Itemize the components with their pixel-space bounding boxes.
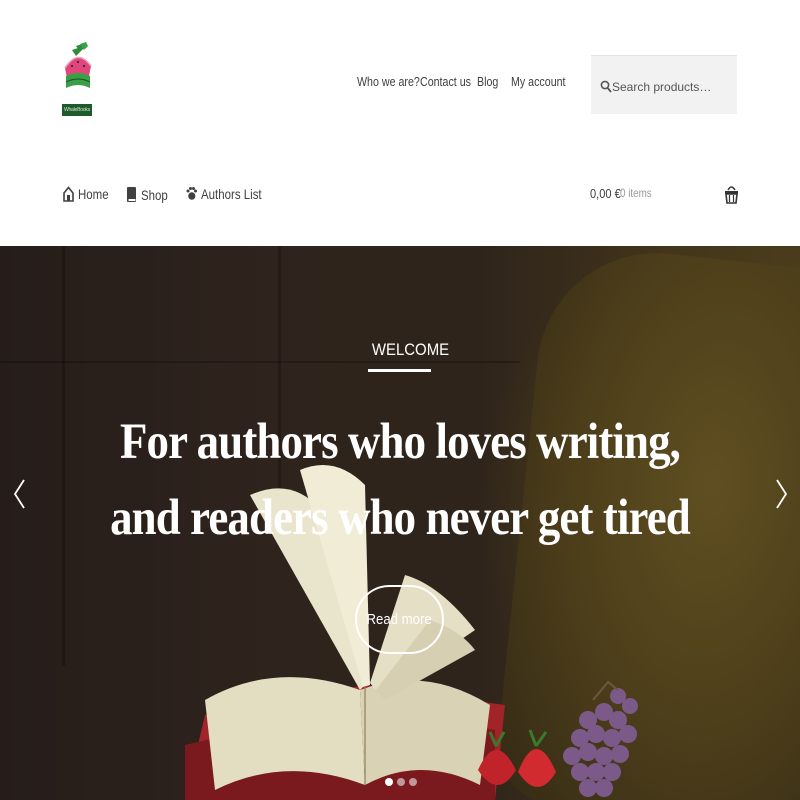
slider-dot-2[interactable] bbox=[397, 778, 405, 786]
cart-amount: 0,00 € bbox=[590, 186, 621, 201]
cart-item-count: 0 items bbox=[620, 186, 652, 200]
nav-item-home[interactable]: Home bbox=[63, 186, 115, 202]
basket-icon[interactable] bbox=[724, 183, 739, 205]
read-more-button[interactable]: Read more bbox=[355, 585, 444, 654]
hero-headline: For authors who loves writing, and reade… bbox=[60, 404, 740, 556]
nav-item-authors-list[interactable]: Authors List bbox=[186, 186, 275, 202]
hero-kicker: WELCOME bbox=[371, 340, 450, 359]
site-header: WhaleBooks Who we are? Contact us Blog M… bbox=[0, 0, 800, 246]
logo-wordmark: WhaleBooks bbox=[62, 104, 92, 116]
nav-item-home-label: Home bbox=[78, 186, 109, 202]
site-logo[interactable]: WhaleBooks bbox=[62, 42, 94, 116]
cart-summary[interactable]: 0,00 € 0 items bbox=[590, 186, 652, 201]
home-icon bbox=[63, 186, 74, 202]
paw-icon bbox=[186, 187, 197, 200]
nav-item-shop-label: Shop bbox=[141, 187, 168, 203]
nav-link-my-account[interactable]: My account bbox=[511, 74, 566, 89]
search-icon bbox=[600, 80, 612, 93]
hero-kicker-underline bbox=[368, 369, 431, 372]
nav-link-who-we-are[interactable]: Who we are? bbox=[357, 74, 420, 89]
watermelon-book-logo-icon bbox=[64, 42, 92, 88]
search-input[interactable] bbox=[612, 73, 732, 101]
product-search bbox=[591, 55, 737, 114]
hero-slider: WELCOME For authors who loves writing, a… bbox=[0, 246, 800, 800]
read-more-button-label: Read more bbox=[366, 611, 433, 628]
nav-link-blog[interactable]: Blog bbox=[477, 74, 498, 89]
slider-pagination bbox=[385, 778, 417, 786]
hero-headline-text: For authors who loves writing, and reade… bbox=[110, 414, 691, 546]
slider-dot-1[interactable] bbox=[385, 778, 393, 786]
nav-item-authors-list-label: Authors List bbox=[201, 186, 262, 202]
nav-link-contact-us[interactable]: Contact us bbox=[420, 74, 471, 89]
nav-item-shop[interactable]: Shop bbox=[126, 186, 174, 204]
chevron-right-icon[interactable] bbox=[773, 478, 789, 510]
book-icon bbox=[127, 187, 136, 202]
hero-slide-content: WELCOME For authors who loves writing, a… bbox=[0, 246, 800, 800]
slider-dot-3[interactable] bbox=[409, 778, 417, 786]
chevron-left-icon[interactable] bbox=[12, 478, 28, 510]
